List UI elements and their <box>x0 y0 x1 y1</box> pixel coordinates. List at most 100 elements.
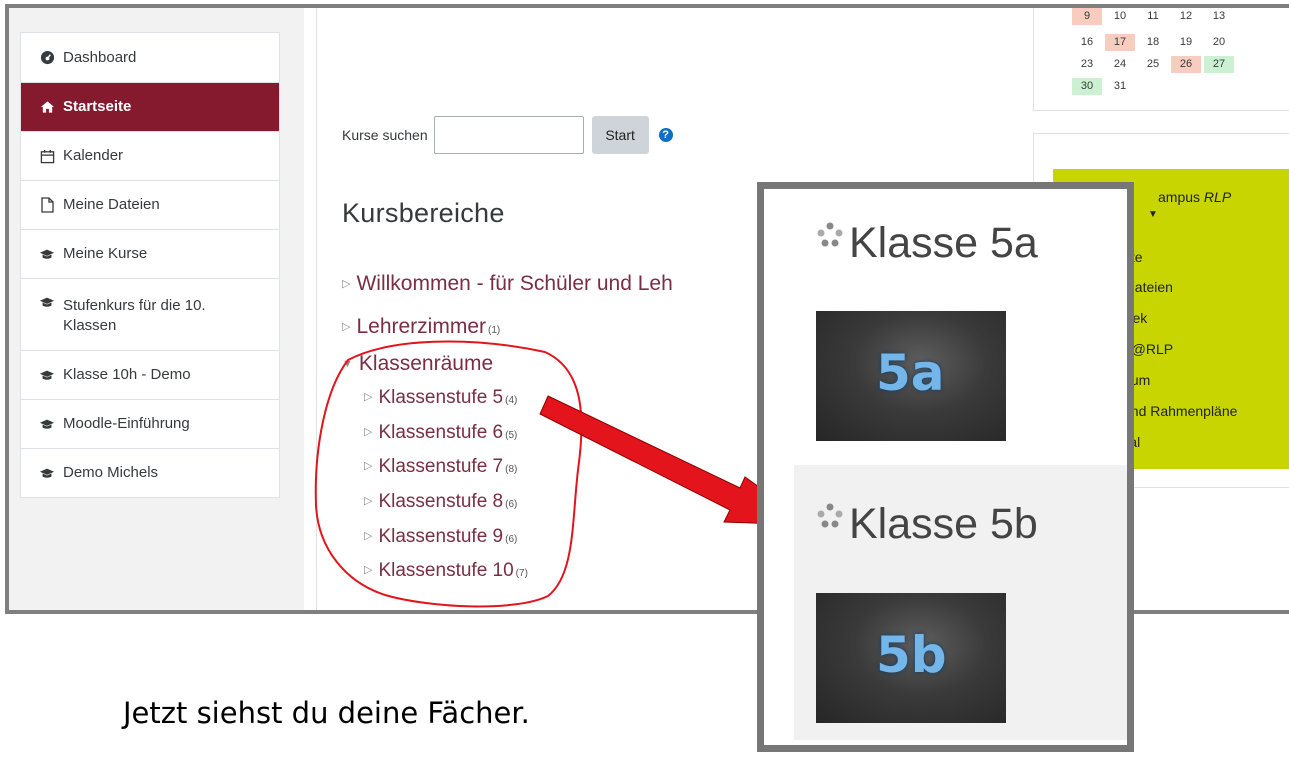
nav-item-label: Stufenkurs für die 10. Klassen <box>63 297 206 334</box>
category-klassenstufe-6[interactable]: ▷ Klassenstufe 6 (5) <box>364 422 517 444</box>
calendar-week: 16 17 18 19 20 <box>1072 34 1237 51</box>
course-image-text: 5b <box>876 626 947 684</box>
nav-item-course-stufenkurs[interactable]: Stufenkurs für die 10. Klassen <box>21 278 279 350</box>
expand-arrow-icon: ▷ <box>342 278 351 290</box>
calendar-day[interactable]: 27 <box>1204 56 1234 73</box>
course-image-text: 5a <box>876 344 945 402</box>
collapse-arrow-icon: ▼ <box>342 358 353 370</box>
search-input[interactable] <box>433 116 584 154</box>
category-willkommen[interactable]: ▷ Willkommen - für Schüler und Leh <box>342 272 673 296</box>
zoom-popup: Klasse 5a 5a Klasse 5b 5b <box>757 182 1134 752</box>
nav-item-label: Kalender <box>63 147 124 164</box>
category-count: (1) <box>488 325 501 336</box>
course-search: Kurse suchen Start ? <box>342 116 673 154</box>
calendar-day[interactable]: 17 <box>1105 34 1135 51</box>
graduation-cap-icon <box>39 248 55 261</box>
calendar-block: 9 10 11 12 13 16 17 18 19 20 23 24 25 26… <box>1033 8 1289 111</box>
calendar-day[interactable]: 24 <box>1105 56 1135 73</box>
section-title: Kursbereiche <box>342 198 505 228</box>
course-title[interactable]: Klasse 5b <box>849 500 1038 549</box>
nav-item-dashboard[interactable]: Dashboard <box>21 33 279 82</box>
course-icon <box>817 222 843 247</box>
calendar-day[interactable]: 12 <box>1171 8 1201 25</box>
graduation-cap-icon <box>39 418 55 431</box>
nav-item-label: Meine Dateien <box>63 196 160 213</box>
nav-item-startseite[interactable]: Startseite <box>21 82 279 131</box>
category-klassenstufe-7[interactable]: ▷ Klassenstufe 7 (8) <box>364 456 517 478</box>
category-lehrerzimmer[interactable]: ▷ Lehrerzimmer (1) <box>342 315 500 339</box>
nav-item-course-demo-michels[interactable]: Demo Michels <box>21 448 279 497</box>
expand-arrow-icon: ▷ <box>364 391 373 403</box>
expand-arrow-icon: ▷ <box>342 321 351 333</box>
calendar-day[interactable]: 10 <box>1105 8 1135 25</box>
calendar-day[interactable]: 11 <box>1138 8 1168 25</box>
category-label: Klassenstufe 7 <box>378 456 504 477</box>
campus-header-italic: RLP <box>1203 189 1232 205</box>
category-count: (6) <box>505 534 518 545</box>
calendar-icon <box>39 149 55 164</box>
category-label: Klassenstufe 10 <box>378 560 514 581</box>
expand-arrow-icon: ▷ <box>364 530 373 542</box>
campus-menu-header[interactable]: ampus RLP <box>1158 189 1231 205</box>
category-label: Lehrerzimmer <box>356 315 486 338</box>
expand-arrow-icon: ▷ <box>364 564 373 576</box>
nav-item-label: Dashboard <box>63 48 137 66</box>
calendar-day[interactable]: 31 <box>1105 78 1135 95</box>
help-icon[interactable]: ? <box>658 128 673 142</box>
course-image[interactable]: 5a <box>816 311 1006 441</box>
left-drawer: Dashboard Startseite Kalender Meine Date… <box>9 8 304 610</box>
category-label: Klassenstufe 5 <box>378 387 504 408</box>
category-klassenstufe-8[interactable]: ▷ Klassenstufe 8 (6) <box>364 491 517 513</box>
content-divider <box>316 8 317 610</box>
nav-item-course-klasse-10h[interactable]: Klasse 10h - Demo <box>21 350 279 399</box>
course-icon <box>817 503 843 528</box>
nav-item-meine-dateien[interactable]: Meine Dateien <box>21 180 279 229</box>
nav-item-label: Startseite <box>63 98 132 115</box>
calendar-day[interactable]: 16 <box>1072 34 1102 51</box>
category-label: Klassenräume <box>358 352 494 375</box>
calendar-day[interactable]: 20 <box>1204 34 1234 51</box>
course-card-klasse-5a[interactable]: Klasse 5a 5a <box>794 189 1127 464</box>
calendar-day[interactable]: 30 <box>1072 78 1102 95</box>
calendar-day[interactable]: 13 <box>1204 8 1234 25</box>
category-label: Willkommen - für Schüler und Leh <box>356 272 673 295</box>
nav-item-course-moodle-einfuehrung[interactable]: Moodle-Einführung <box>21 399 279 448</box>
course-title[interactable]: Klasse 5a <box>849 219 1038 268</box>
category-klassenstufe-9[interactable]: ▷ Klassenstufe 9 (6) <box>364 526 517 548</box>
category-label: Klassenstufe 6 <box>378 422 504 443</box>
campus-header-text: ampus <box>1158 189 1201 205</box>
category-count: (5) <box>505 430 518 441</box>
calendar-day[interactable]: 9 <box>1072 8 1102 25</box>
calendar-day[interactable]: 23 <box>1072 56 1102 73</box>
course-card-klasse-5b[interactable]: Klasse 5b 5b <box>794 465 1127 740</box>
dashboard-icon <box>39 50 55 65</box>
file-icon <box>39 197 55 213</box>
category-klassenraeume[interactable]: ▼ Klassenräume <box>342 352 493 376</box>
calendar-day[interactable]: 26 <box>1171 56 1201 73</box>
expand-arrow-icon: ▷ <box>364 426 373 438</box>
nav-item-label: Moodle-Einführung <box>63 415 190 432</box>
graduation-cap-icon <box>39 296 55 309</box>
nav-item-kalender[interactable]: Kalender <box>21 131 279 180</box>
nav-item-label: Demo Michels <box>63 464 159 481</box>
nav-item-label: Klasse 10h - Demo <box>63 366 191 383</box>
category-klassenstufe-10[interactable]: ▷ Klassenstufe 10 (7) <box>364 560 528 582</box>
nav-item-meine-kurse[interactable]: Meine Kurse <box>21 229 279 278</box>
search-button[interactable]: Start <box>591 116 649 154</box>
expand-arrow-icon: ▷ <box>364 495 373 507</box>
dropdown-caret-icon[interactable]: ▼ <box>1148 209 1158 220</box>
campus-menu-item[interactable]: und Rahmenpläne <box>1123 403 1237 419</box>
category-count: (7) <box>515 568 528 579</box>
category-klassenstufe-5[interactable]: ▷ Klassenstufe 5 (4) <box>364 387 517 409</box>
search-label: Kurse suchen <box>342 127 428 143</box>
course-image[interactable]: 5b <box>816 593 1006 723</box>
calendar-day[interactable]: 25 <box>1138 56 1168 73</box>
instruction-caption: Jetzt siehst du deine Fächer. <box>123 696 530 730</box>
category-count: (6) <box>505 499 518 510</box>
home-icon <box>39 100 55 114</box>
category-label: Klassenstufe 8 <box>378 491 504 512</box>
calendar-week: 23 24 25 26 27 <box>1072 56 1237 73</box>
calendar-day[interactable]: 18 <box>1138 34 1168 51</box>
calendar-week: 30 31 <box>1072 78 1138 95</box>
calendar-day[interactable]: 19 <box>1171 34 1201 51</box>
